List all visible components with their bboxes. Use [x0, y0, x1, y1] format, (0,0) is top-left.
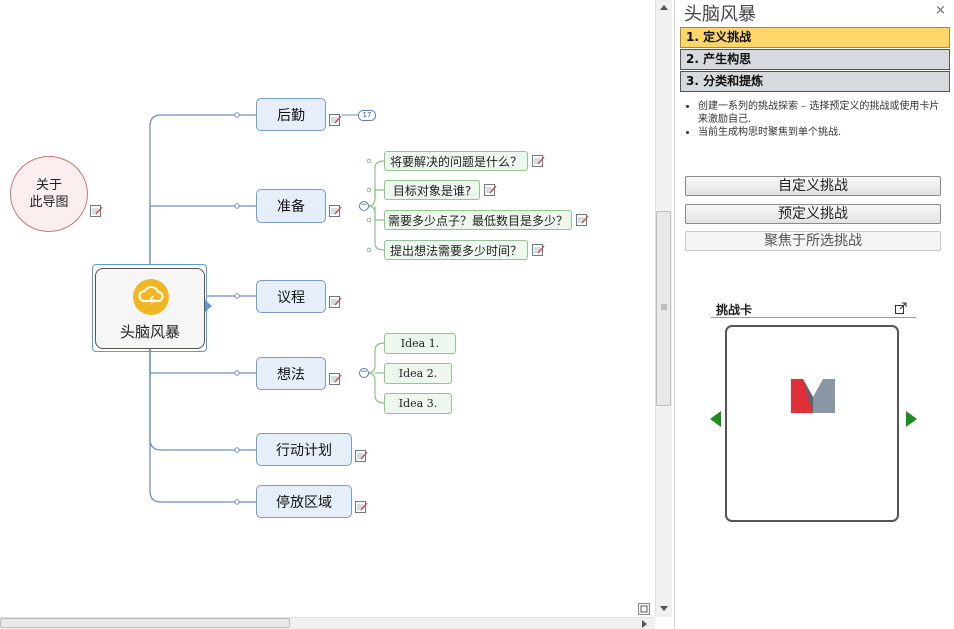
mindmanager-logo-icon [791, 379, 835, 413]
badge-connector [342, 114, 358, 116]
note-icon[interactable] [329, 296, 342, 308]
note-icon[interactable] [329, 114, 342, 126]
zoom-fit-icon[interactable] [638, 603, 650, 615]
subtopic-problem[interactable]: 将要解决的问题是什么？ [384, 151, 528, 171]
mindmap-canvas[interactable]: 关于 此导图 头脑风暴 后勤 17 准备 − 将要解决的问题是什么？ 目标对象是… [0, 0, 655, 617]
subtopic-idea-count[interactable]: 需要多少点子？最低数目是多少？ [384, 210, 572, 230]
description-bullet: 当前生成构思时聚焦到单个挑战. [698, 126, 944, 139]
divider [711, 317, 916, 318]
next-card-arrow-icon[interactable] [906, 411, 917, 427]
step-define-challenge[interactable]: 1. 定义挑战 [680, 27, 950, 48]
topic-parking-lot[interactable]: 停放区域 [256, 485, 352, 518]
pane-title: 头脑风暴 [684, 4, 756, 25]
popout-icon[interactable] [895, 302, 907, 314]
step-generate-ideas[interactable]: 2. 产生构思 [680, 49, 950, 70]
collapse-toggle[interactable]: − [359, 368, 369, 378]
note-icon[interactable] [532, 155, 545, 167]
custom-challenge-button[interactable]: 自定义挑战 [685, 176, 941, 196]
step-description: 创建一系列的挑战探索 – 选择预定义的挑战或使用卡片来激励自己. 当前生成构思时… [686, 100, 944, 139]
note-icon[interactable] [90, 205, 103, 217]
brainstorm-icon [133, 279, 169, 315]
previous-card-arrow-icon[interactable] [710, 411, 721, 427]
scroll-grip-icon [661, 304, 667, 310]
scroll-down-arrow-icon[interactable] [660, 606, 668, 612]
topic-agenda[interactable]: 议程 [256, 280, 326, 313]
subtopic-idea-2[interactable]: Idea 2. [384, 363, 452, 384]
note-icon[interactable] [576, 214, 589, 226]
note-icon[interactable] [329, 373, 342, 385]
topic-logistics[interactable]: 后勤 [256, 98, 326, 131]
scroll-right-arrow-icon[interactable] [642, 620, 648, 628]
topic-action-plan[interactable]: 行动计划 [256, 433, 352, 466]
collapse-toggle[interactable]: − [359, 201, 369, 211]
challenge-card[interactable] [725, 325, 899, 522]
subtopic-audience[interactable]: 目标对象是谁? [384, 180, 480, 200]
horizontal-scroll-thumb[interactable] [0, 618, 290, 628]
note-icon[interactable] [329, 205, 342, 217]
note-icon[interactable] [532, 244, 545, 256]
description-bullet: 创建一系列的挑战探索 – 选择预定义的挑战或使用卡片来激励自己. [698, 100, 944, 126]
central-topic-label: 头脑风暴 [119, 323, 180, 341]
floating-topic-about-map[interactable]: 关于 此导图 [10, 156, 88, 232]
scroll-up-arrow-icon[interactable] [660, 4, 668, 10]
topic-preparation[interactable]: 准备 [256, 189, 326, 223]
central-topic[interactable]: 头脑风暴 [95, 268, 205, 349]
close-icon[interactable]: × [935, 3, 946, 18]
selection-handle[interactable] [205, 300, 213, 312]
note-icon[interactable] [355, 450, 368, 462]
collapsed-count-badge[interactable]: 17 [358, 110, 376, 121]
subtopic-idea-3[interactable]: Idea 3. [384, 393, 452, 414]
subtopic-idea-1[interactable]: Idea 1. [384, 333, 456, 354]
subtopic-time[interactable]: 提出想法需要多少时间？ [384, 240, 528, 260]
step-categorize-refine[interactable]: 3. 分类和提炼 [680, 71, 950, 92]
topic-ideas[interactable]: 想法 [256, 357, 326, 390]
note-icon[interactable] [355, 501, 368, 513]
challenge-card-label: 挑战卡 [716, 303, 753, 317]
note-icon[interactable] [484, 184, 497, 196]
predefined-challenge-button[interactable]: 预定义挑战 [685, 204, 941, 224]
focus-selected-challenge-button[interactable]: 聚焦于所选挑战 [685, 231, 941, 251]
